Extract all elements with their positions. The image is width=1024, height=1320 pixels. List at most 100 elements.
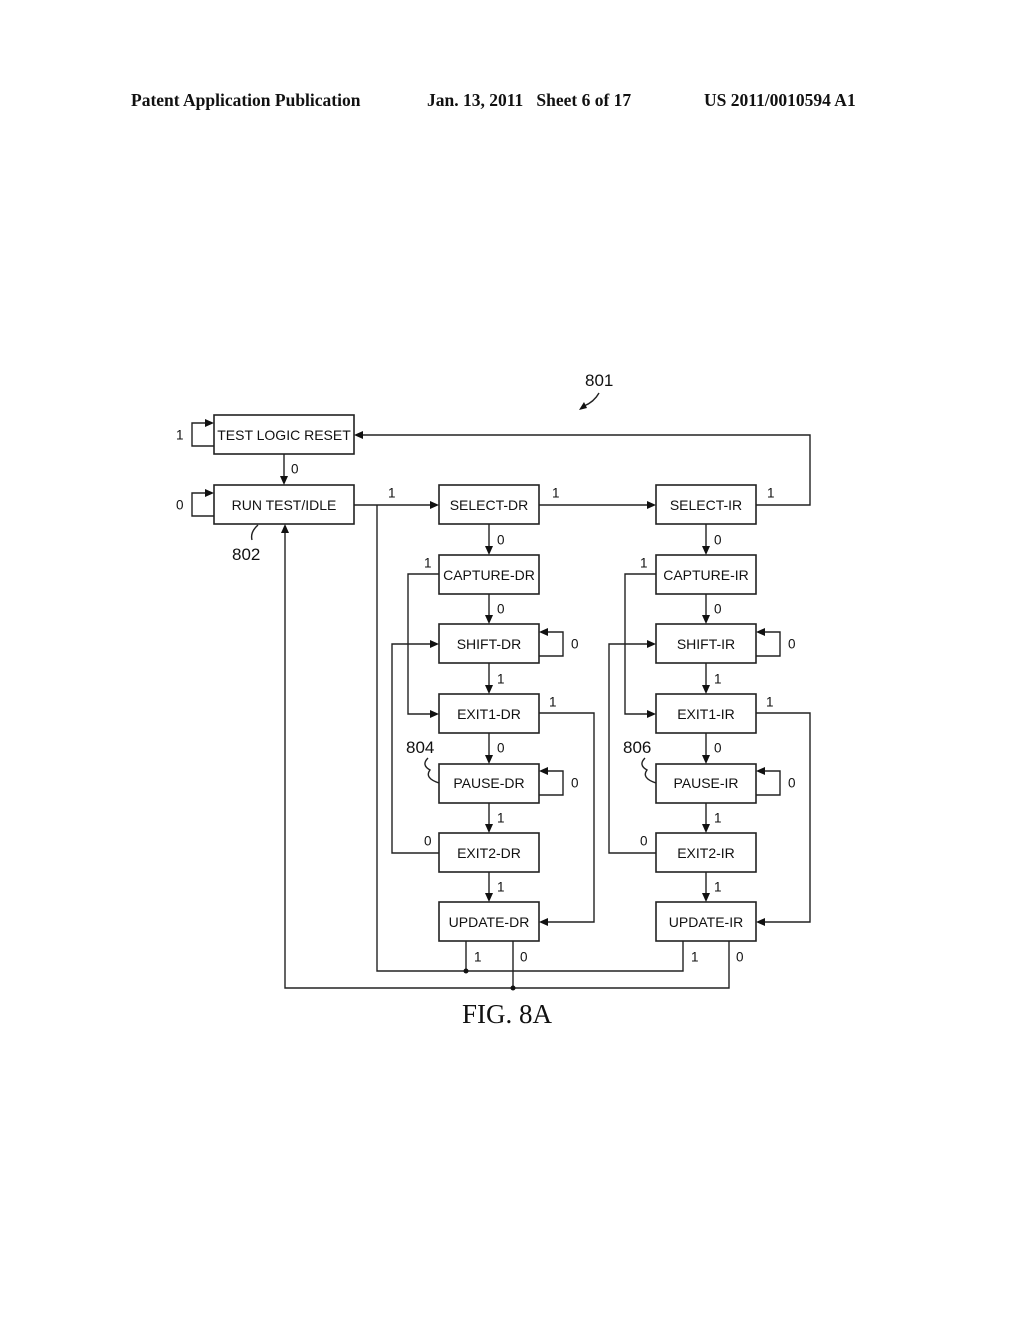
figure-caption: FIG. 8A — [462, 999, 553, 1029]
ref-802: 802 — [232, 545, 260, 564]
edge-exit1-ir-update-ir — [756, 712, 811, 923]
edge-label: 1 — [766, 695, 774, 710]
edge-label: 0 — [788, 637, 796, 652]
state-exit2-ir: EXIT2-IR — [655, 832, 757, 873]
edge-label: 0 — [176, 498, 184, 513]
ref-804: 804 — [406, 738, 434, 757]
edge-rti-self — [191, 492, 214, 517]
ref-802-leader — [250, 524, 259, 541]
edge-label: 0 — [571, 776, 579, 791]
state-exit2-dr: EXIT2-DR — [438, 832, 540, 873]
arrowhead — [702, 893, 710, 902]
arrowhead — [702, 615, 710, 624]
arrowhead — [430, 640, 439, 648]
arrowhead — [647, 640, 656, 648]
state-capture-ir: CAPTURE-IR — [655, 554, 757, 595]
state-label: PAUSE-IR — [673, 775, 738, 791]
ref-801-leader-icon — [583, 392, 600, 407]
edge-label: 0 — [736, 950, 744, 965]
state-pause-ir: PAUSE-IR — [655, 763, 757, 804]
edge-label: 0 — [520, 950, 528, 965]
ref-801: 801 — [585, 371, 613, 390]
state-shift-dr: SHIFT-DR — [438, 623, 540, 664]
arrowhead — [205, 489, 214, 497]
edge-label: 1 — [176, 428, 184, 443]
state-label: EXIT1-DR — [457, 706, 521, 722]
edge-label: 0 — [571, 637, 579, 652]
arrowhead — [539, 628, 548, 636]
state-test-logic-reset: TEST LOGIC RESET — [213, 414, 355, 455]
arrowhead — [354, 431, 363, 439]
arrowhead — [485, 615, 493, 624]
edge-shift-ir-self — [756, 631, 781, 657]
junction-dot — [510, 985, 516, 991]
state-exit1-ir: EXIT1-IR — [655, 693, 757, 734]
state-label: CAPTURE-DR — [443, 567, 535, 583]
state-label: UPDATE-IR — [669, 914, 743, 930]
edge-label: 0 — [497, 533, 505, 548]
edge-label: 1 — [714, 811, 722, 826]
arrowhead — [702, 546, 710, 555]
edge-label: 1 — [552, 486, 560, 501]
edge-label: 1 — [497, 672, 505, 687]
arrowhead — [702, 824, 710, 833]
edge-label: 0 — [714, 533, 722, 548]
state-select-ir: SELECT-IR — [655, 484, 757, 525]
edge-label: 0 — [640, 834, 648, 849]
edge-label: 1 — [714, 672, 722, 687]
state-label: EXIT1-IR — [677, 706, 735, 722]
arrowhead — [281, 524, 289, 533]
arrowhead — [430, 501, 439, 509]
edge-label: 0 — [714, 602, 722, 617]
ref-804-leader — [424, 757, 440, 784]
arrowhead — [205, 419, 214, 427]
state-label: SHIFT-DR — [457, 636, 522, 652]
edge-label: 1 — [497, 811, 505, 826]
arrowhead — [430, 710, 439, 718]
state-label: CAPTURE-IR — [663, 567, 749, 583]
edge-label: 1 — [474, 950, 482, 965]
state-select-dr: SELECT-DR — [438, 484, 540, 525]
edge-label: 1 — [388, 486, 396, 501]
state-label: EXIT2-IR — [677, 845, 735, 861]
state-label: RUN TEST/IDLE — [232, 497, 337, 513]
edge-label: 1 — [549, 695, 557, 710]
state-pause-dr: PAUSE-DR — [438, 763, 540, 804]
ref-806-leader — [641, 757, 657, 784]
edge-label: 0 — [497, 602, 505, 617]
edge-shift-dr-self — [539, 631, 564, 657]
edge-pause-dr-self — [539, 770, 564, 796]
edge-label: 0 — [788, 776, 796, 791]
arrowhead — [539, 767, 548, 775]
arrowhead — [647, 501, 656, 509]
edge-label: 0 — [714, 741, 722, 756]
arrowhead — [702, 685, 710, 694]
state-capture-dr: CAPTURE-DR — [438, 554, 540, 595]
edge-label: 1 — [424, 556, 432, 571]
state-run-test-idle: RUN TEST/IDLE — [213, 484, 355, 525]
arrowhead — [485, 893, 493, 902]
arrowhead — [647, 710, 656, 718]
arrowhead — [756, 767, 765, 775]
jtag-state-diagram: TEST LOGIC RESET RUN TEST/IDLE SELECT-DR… — [176, 371, 811, 1029]
state-exit1-dr: EXIT1-DR — [438, 693, 540, 734]
state-label: SELECT-IR — [670, 497, 742, 513]
edge-label: 1 — [497, 880, 505, 895]
state-label: TEST LOGIC RESET — [217, 427, 351, 443]
edge-pause-ir-self — [756, 770, 781, 796]
state-label: UPDATE-DR — [449, 914, 530, 930]
arrowhead — [702, 755, 710, 764]
edge-label: 0 — [497, 741, 505, 756]
state-update-ir: UPDATE-IR — [655, 901, 757, 942]
edge-label: 1 — [714, 880, 722, 895]
arrowhead — [756, 918, 765, 926]
edge-label: 0 — [291, 462, 299, 477]
junction-dot — [463, 968, 469, 974]
edge-label: 1 — [691, 950, 699, 965]
arrowhead — [539, 918, 548, 926]
edge-label: 0 — [424, 834, 432, 849]
ref-806: 806 — [623, 738, 651, 757]
edge-label: 1 — [767, 486, 775, 501]
arrowhead — [485, 824, 493, 833]
edge-exit1-dr-update-dr — [539, 712, 595, 923]
